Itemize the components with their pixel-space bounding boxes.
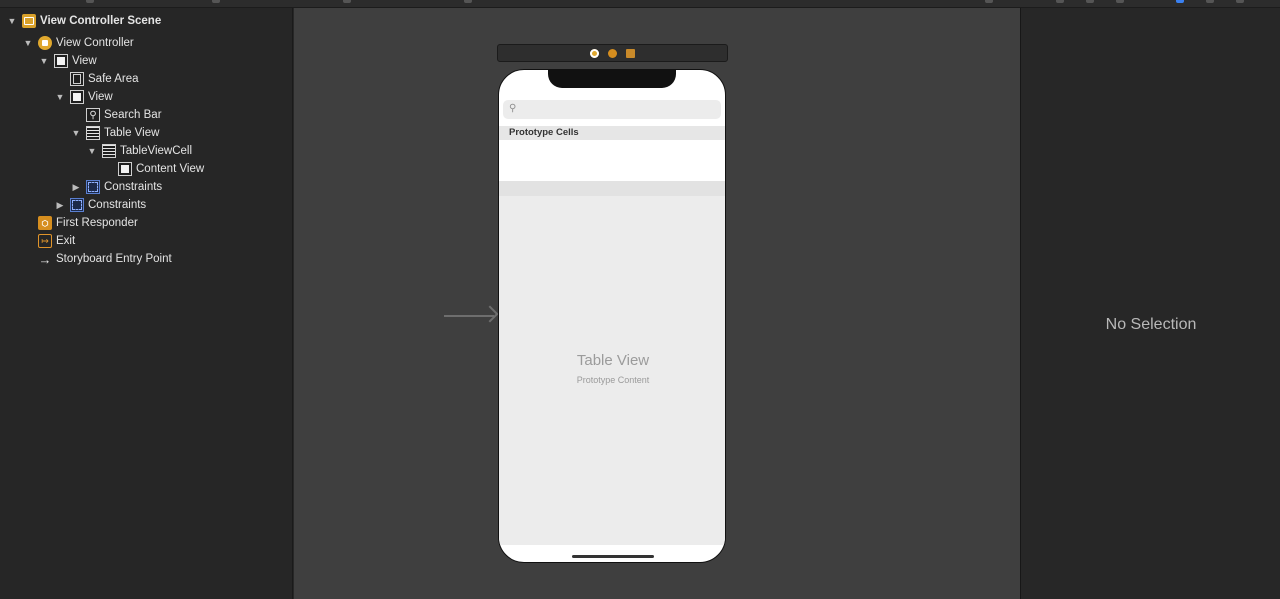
- view-icon: [54, 54, 68, 68]
- outline-item-label: First Responder: [56, 217, 138, 229]
- top-toolbar: [0, 0, 1280, 8]
- disclosure-expanded-icon[interactable]: ▼: [70, 127, 82, 139]
- outline-item-label: View Controller: [56, 37, 134, 49]
- exit-icon[interactable]: [626, 48, 635, 58]
- outline-item-view-controller[interactable]: ▼ View Controller: [22, 34, 134, 52]
- outline-item-label: Exit: [56, 235, 76, 247]
- disclosure-expanded-icon[interactable]: ▼: [22, 37, 34, 49]
- inspector-panel: No Selection: [1020, 8, 1280, 599]
- outline-item-table-view[interactable]: ▼ Table View: [70, 124, 159, 142]
- outline-item-label: View: [72, 55, 97, 67]
- first-responder-icon[interactable]: [608, 48, 617, 58]
- disclosure-expanded-icon[interactable]: ▼: [54, 91, 66, 103]
- outline-item-search-bar[interactable]: ⚲ Search Bar: [70, 106, 162, 124]
- outline-item-label: Search Bar: [104, 109, 162, 121]
- outline-item-view-inner[interactable]: ▼ View: [54, 88, 113, 106]
- outline-item-label: Safe Area: [88, 73, 139, 85]
- toolbar-tick: [1116, 0, 1124, 3]
- outline-item-view[interactable]: ▼ View: [38, 52, 97, 70]
- outline-item-label: View Controller Scene: [40, 15, 162, 27]
- view-icon: [70, 90, 84, 104]
- table-view-title: Table View: [576, 352, 650, 369]
- search-bar-icon: ⚲: [86, 108, 100, 122]
- storyboard-canvas[interactable]: ⚲ Prototype Cells Table View Prototype C…: [294, 8, 1020, 599]
- table-view-subtitle: Prototype Content: [576, 375, 650, 385]
- outline-item-label: Content View: [136, 163, 205, 175]
- scene-icon: [22, 14, 36, 28]
- toolbar-tick: [212, 0, 220, 3]
- document-outline: ▼ View Controller Scene ▼ View Controlle…: [0, 8, 293, 599]
- outline-item-label: Constraints: [88, 199, 147, 211]
- outline-item-content-view[interactable]: Content View: [102, 160, 204, 178]
- toolbar-tick: [86, 0, 94, 3]
- entry-point-arrow-head[interactable]: [481, 305, 499, 323]
- outline-item-storyboard-entry-point[interactable]: → Storyboard Entry Point: [22, 250, 172, 268]
- toolbar-tick: [1086, 0, 1094, 3]
- outline-item-view-controller-scene[interactable]: ▼ View Controller Scene: [6, 12, 161, 30]
- toolbar-tick-active: [1176, 0, 1184, 3]
- view-controller-icon[interactable]: [590, 48, 599, 58]
- toolbar-tick: [1236, 0, 1244, 3]
- prototype-table-cell[interactable]: [499, 140, 725, 181]
- disclosure-expanded-icon[interactable]: ▼: [86, 145, 98, 157]
- exit-icon: ↦: [38, 234, 52, 248]
- disclosure-expanded-icon[interactable]: ▼: [38, 55, 50, 67]
- outline-item-constraints-view[interactable]: ▶ Constraints: [54, 196, 146, 214]
- disclosure-collapsed-icon[interactable]: ▶: [54, 199, 66, 211]
- disclosure-expanded-icon[interactable]: ▼: [6, 15, 18, 27]
- view-icon: [118, 162, 132, 176]
- outline-item-constraints-table[interactable]: ▶ Constraints: [70, 178, 162, 196]
- toolbar-tick: [464, 0, 472, 3]
- toolbar-tick: [985, 0, 993, 3]
- outline-item-first-responder[interactable]: ⬡ First Responder: [22, 214, 138, 232]
- outline-item-label: View: [88, 91, 113, 103]
- outline-item-label: Table View: [104, 127, 160, 139]
- prototype-cells-header: Prototype Cells: [499, 126, 725, 140]
- outline-item-exit[interactable]: ↦ Exit: [22, 232, 75, 250]
- device-notch: [548, 70, 676, 88]
- scene-dock[interactable]: [497, 44, 728, 62]
- first-responder-icon: ⬡: [38, 216, 52, 230]
- table-view-icon: [86, 126, 100, 140]
- toolbar-tick: [343, 0, 351, 3]
- toolbar-tick: [1056, 0, 1064, 3]
- outline-item-label: Storyboard Entry Point: [56, 253, 172, 265]
- table-section-band: [499, 181, 725, 196]
- search-icon: ⚲: [509, 103, 517, 114]
- table-view[interactable]: Table View Prototype Content: [499, 181, 725, 545]
- outline-item-label: Constraints: [104, 181, 163, 193]
- search-bar[interactable]: ⚲: [503, 100, 721, 119]
- home-indicator: [572, 555, 654, 558]
- outline-item-table-view-cell[interactable]: ▼ TableViewCell: [86, 142, 192, 160]
- outline-item-label: TableViewCell: [120, 145, 193, 157]
- iphone-frame[interactable]: ⚲ Prototype Cells Table View Prototype C…: [498, 69, 726, 563]
- no-selection-label: No Selection: [1105, 316, 1197, 333]
- view-controller-icon: [38, 36, 52, 50]
- disclosure-collapsed-icon[interactable]: ▶: [70, 181, 82, 193]
- safe-area-icon: [70, 72, 84, 86]
- entry-arrow-icon: →: [38, 251, 52, 267]
- constraints-icon: [70, 198, 84, 212]
- outline-item-safe-area[interactable]: Safe Area: [54, 70, 139, 88]
- table-view-cell-icon: [102, 144, 116, 158]
- constraints-icon: [86, 180, 100, 194]
- toolbar-tick: [1206, 0, 1214, 3]
